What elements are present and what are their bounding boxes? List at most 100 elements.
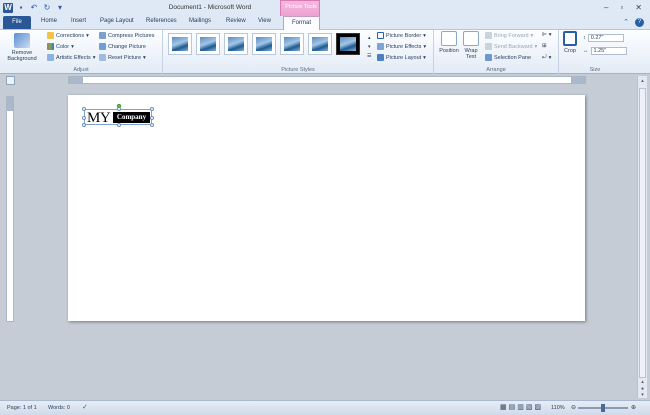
picture-effects-icon (377, 43, 384, 50)
resize-handle[interactable] (150, 116, 154, 120)
wrap-text-icon (463, 31, 479, 46)
zoom-in-icon[interactable]: ⊕ (631, 404, 636, 411)
reset-picture-button[interactable]: Reset Picture ▾ (99, 54, 146, 61)
proofing-icon[interactable]: ✓ (82, 403, 88, 411)
picture-layout-button[interactable]: Picture Layout ▾ (377, 54, 426, 61)
scroll-thumb[interactable] (639, 88, 646, 378)
help-icon[interactable]: ? (635, 18, 644, 27)
position-icon (441, 31, 457, 46)
ruler-toggle[interactable] (6, 76, 15, 85)
picture-border-icon (377, 32, 384, 39)
tab-view[interactable]: View (258, 18, 271, 24)
picture-border-button[interactable]: Picture Border ▾ (377, 32, 426, 39)
compress-pictures-button[interactable]: Compress Pictures (99, 32, 154, 39)
wrap-text-button[interactable]: Wrap Text (460, 31, 482, 60)
remove-background-button[interactable]: Remove Background (3, 33, 41, 62)
corrections-icon (47, 32, 54, 39)
ribbon-tabs: Home Insert Page Layout References Maili… (0, 16, 650, 30)
height-field[interactable]: ↕ 0.27" (583, 34, 624, 42)
close-icon[interactable]: ✕ (635, 3, 642, 12)
resize-handle[interactable] (117, 107, 121, 111)
tab-file[interactable]: File (3, 16, 31, 29)
tab-mailings[interactable]: Mailings (189, 18, 211, 24)
resize-handle[interactable] (117, 123, 121, 127)
picture-style-thumb[interactable] (196, 33, 220, 55)
resize-handle[interactable] (150, 107, 154, 111)
zoom-out-icon[interactable]: ⊖ (571, 404, 576, 411)
ribbon: Remove Background Corrections ▾ Color ▾ … (0, 30, 650, 74)
color-button[interactable]: Color ▾ (47, 43, 74, 50)
picture-style-thumb[interactable] (168, 33, 192, 55)
tab-review[interactable]: Review (226, 18, 246, 24)
selection-pane-button[interactable]: Selection Pane (485, 54, 531, 61)
artistic-effects-icon (47, 54, 54, 61)
picture-layout-icon (377, 54, 384, 61)
horizontal-ruler[interactable] (68, 76, 586, 84)
tab-home[interactable]: Home (41, 18, 57, 24)
resize-handle[interactable] (82, 116, 86, 120)
height-icon: ↕ (583, 35, 586, 41)
zoom-slider-knob[interactable] (601, 404, 605, 412)
logo-text-my: MY (87, 110, 111, 126)
group-adjust: Remove Background Corrections ▾ Color ▾ … (0, 30, 163, 74)
page-count[interactable]: Page: 1 of 1 (7, 405, 37, 411)
zoom-slider[interactable] (578, 404, 628, 412)
gallery-scroll[interactable]: ▴ ▾ ☰ (367, 35, 371, 59)
gallery-down-icon[interactable]: ▾ (368, 44, 371, 50)
rotate-button[interactable]: ⤾ ▾ (542, 54, 551, 61)
group-objects-icon: ⊞ (542, 43, 547, 49)
resize-handle[interactable] (82, 107, 86, 111)
selection-pane-icon (485, 54, 492, 61)
picture-effects-button[interactable]: Picture Effects ▾ (377, 43, 426, 50)
picture-style-thumb[interactable] (224, 33, 248, 55)
ruler-left-margin (69, 77, 83, 83)
tab-references[interactable]: References (146, 18, 177, 24)
view-buttons-icon[interactable]: ▦▤▥▧▨ (500, 403, 543, 411)
gallery-up-icon[interactable]: ▴ (368, 35, 371, 41)
prev-page-icon[interactable]: ▴ (639, 379, 646, 386)
picture-style-thumb[interactable] (252, 33, 276, 55)
document-page[interactable]: MY Company (68, 95, 585, 321)
minimize-ribbon-icon[interactable]: ⌃ (623, 18, 629, 27)
change-picture-icon (99, 43, 106, 50)
logo-text-company: Company (113, 112, 150, 123)
maximize-icon[interactable]: ▫ (620, 3, 623, 12)
vertical-ruler[interactable] (6, 96, 14, 322)
next-page-icon[interactable]: ▾ (639, 392, 646, 399)
tab-insert[interactable]: Insert (71, 18, 86, 24)
gallery-more-icon[interactable]: ☰ (367, 53, 371, 59)
reset-picture-icon (99, 54, 106, 61)
change-picture-button[interactable]: Change Picture (99, 43, 146, 50)
vertical-scrollbar[interactable]: ▴ ▴ ● ▾ (637, 76, 647, 398)
bring-forward-button[interactable]: Bring Forward ▾ (485, 32, 533, 39)
send-backward-button[interactable]: Send Backward ▾ (485, 43, 537, 50)
compress-pictures-icon (99, 32, 106, 39)
picture-styles-gallery (168, 33, 368, 60)
resize-handle[interactable] (150, 123, 154, 127)
arrange-group-label: Arrange (486, 67, 506, 73)
width-field[interactable]: ↔ 1.25" (583, 47, 627, 55)
zoom-level[interactable]: 110% (551, 405, 565, 411)
width-icon: ↔ (583, 48, 589, 54)
position-button[interactable]: Position (436, 31, 462, 54)
picture-style-thumb[interactable] (280, 33, 304, 55)
picture-style-thumb[interactable] (308, 33, 332, 55)
artistic-effects-button[interactable]: Artistic Effects ▾ (47, 54, 96, 61)
picture-style-thumb[interactable] (336, 33, 360, 55)
selected-picture[interactable]: MY Company (82, 104, 154, 127)
color-icon (47, 43, 54, 50)
word-count[interactable]: Words: 0 (48, 405, 70, 411)
resize-handle[interactable] (82, 123, 86, 127)
minimize-icon[interactable]: – (604, 3, 608, 12)
size-group-label: Size (589, 67, 601, 73)
crop-button[interactable]: Crop (561, 31, 579, 54)
tab-page-layout[interactable]: Page Layout (100, 18, 134, 24)
group-size: Crop ↕ 0.27" ↔ 1.25" Size (559, 30, 631, 74)
group-objects-button[interactable]: ⊞ (542, 43, 547, 49)
corrections-button[interactable]: Corrections ▾ (47, 32, 89, 39)
align-button[interactable]: ⊫ ▾ (542, 32, 552, 38)
tab-format[interactable]: Format (283, 16, 320, 30)
scroll-up-icon[interactable]: ▴ (639, 78, 646, 85)
adjust-group-label: Adjust (73, 67, 89, 73)
bring-forward-icon (485, 32, 492, 39)
